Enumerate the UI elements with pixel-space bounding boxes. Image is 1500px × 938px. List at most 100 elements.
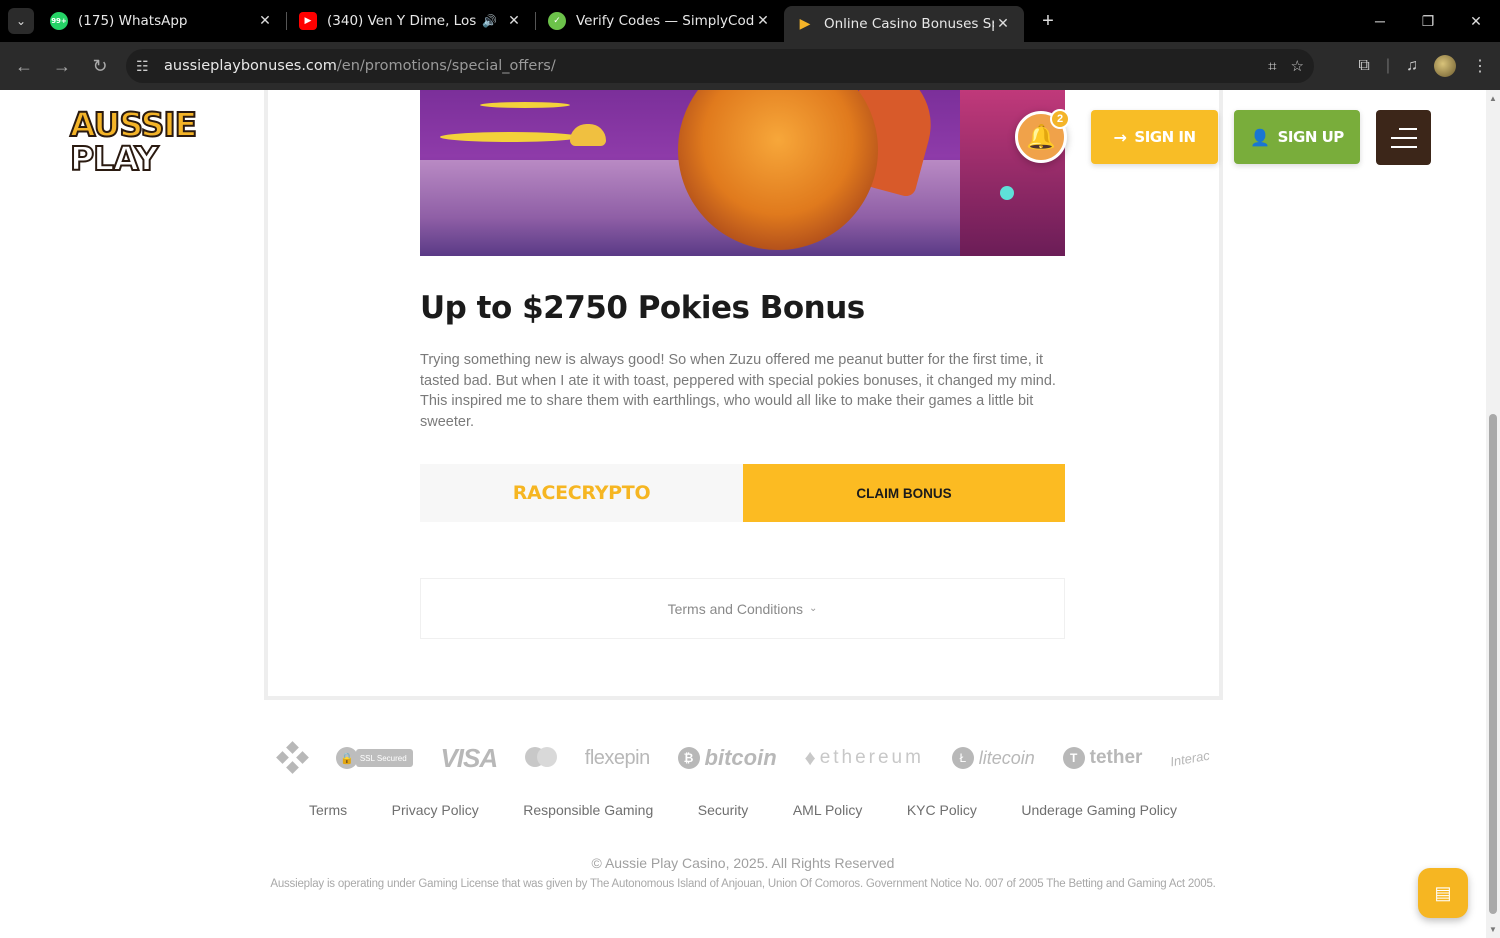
flexepin-logo: flexepin xyxy=(584,746,650,769)
logo-line-1: AUSSIE xyxy=(69,105,198,144)
footer-link-aml-policy[interactable]: AML Policy xyxy=(793,802,863,818)
forward-arrow-icon[interactable]: → xyxy=(44,48,80,84)
menu-line xyxy=(1390,136,1417,139)
minimize-icon[interactable]: ─ xyxy=(1356,0,1404,42)
tab-title: (340) Ven Y Dime, Los Inqui xyxy=(327,13,478,29)
page-scrollbar[interactable]: ▲ ▼ xyxy=(1486,90,1500,938)
reload-icon[interactable]: ↻ xyxy=(82,48,118,84)
footer-link-underage-gaming-policy[interactable]: Underage Gaming Policy xyxy=(1021,802,1177,818)
footer-link-terms[interactable]: Terms xyxy=(309,802,347,818)
arrow-right-icon: → xyxy=(1113,127,1127,147)
banner-glow-pool xyxy=(440,132,580,142)
tab-aussieplay-active[interactable]: ▶ Online Casino Bonuses Special ✕ xyxy=(784,6,1024,42)
banner-crystal xyxy=(1000,186,1014,200)
banner-glow-pool xyxy=(480,102,570,108)
more-menu-icon[interactable]: ⋮ xyxy=(1472,56,1488,76)
banner-mushroom xyxy=(570,124,606,146)
visa-logo: VISA xyxy=(440,742,498,773)
url-text[interactable]: aussieplaybonuses.com/en/promotions/spec… xyxy=(164,58,556,74)
binance-diamond-icon xyxy=(276,741,309,774)
browser-tab-bar: ⌄ 99+ (175) WhatsApp ✕ ▶ (340) Ven Y Dim… xyxy=(0,0,1500,42)
window-controls: ─ ❐ ✕ xyxy=(1356,0,1500,42)
omnibox-actions: ⌗ ☆ xyxy=(1268,49,1304,83)
address-bar[interactable]: ☷ aussieplaybonuses.com/en/promotions/sp… xyxy=(126,49,1314,83)
ethereum-logo: ♦ ethereum xyxy=(804,745,924,771)
browser-toolbar: ← → ↻ ☷ aussieplaybonuses.com/en/promoti… xyxy=(0,42,1500,90)
youtube-icon: ▶ xyxy=(299,12,317,30)
sign-up-button[interactable]: 👤 SIGN UP xyxy=(1234,110,1360,164)
url-path: /en/promotions/special_offers/ xyxy=(336,58,556,74)
tether-logo: T tether xyxy=(1062,747,1143,769)
close-window-icon[interactable]: ✕ xyxy=(1452,0,1500,42)
close-tab-icon[interactable]: ✕ xyxy=(754,13,772,29)
footer-links: Terms Privacy Policy Responsible Gaming … xyxy=(309,802,1177,818)
site-info-icon[interactable]: ☷ xyxy=(136,58,158,75)
scrollbar-thumb[interactable] xyxy=(1489,414,1497,914)
tether-label: tether xyxy=(1089,747,1143,768)
url-host: aussieplaybonuses.com xyxy=(164,58,337,74)
offer-description: Trying something new is always good! So … xyxy=(420,352,1056,430)
tab-title: Verify Codes — SimplyCodes xyxy=(576,13,754,29)
toolbar-divider: | xyxy=(1385,57,1390,74)
terms-and-conditions-toggle[interactable]: Terms and Conditions ⌄ xyxy=(420,578,1065,639)
bitcoin-icon: ₿ xyxy=(677,747,700,769)
lock-icon: 🔒 xyxy=(335,747,358,769)
scroll-up-arrow-icon[interactable]: ▲ xyxy=(1489,94,1497,103)
payment-methods: 🔒 SSL Secured VISA flexepin ₿ bitcoin ♦ … xyxy=(276,738,1211,778)
footer-link-kyc-policy[interactable]: KYC Policy xyxy=(907,802,977,818)
chevron-down-icon: ⌄ xyxy=(809,603,818,614)
aussieplay-favicon-icon: ▶ xyxy=(799,16,811,32)
offer-title: Up to $2750 Pokies Bonus xyxy=(420,290,865,326)
offer-banner-image xyxy=(420,90,1065,256)
litecoin-logo: Ł litecoin xyxy=(951,747,1035,769)
hamburger-menu-button[interactable] xyxy=(1376,110,1431,165)
ssl-secured-label: SSL Secured xyxy=(355,749,413,767)
tab-youtube[interactable]: ▶ (340) Ven Y Dime, Los Inqui 🔊 ✕ xyxy=(287,0,535,42)
litecoin-icon: Ł xyxy=(951,747,974,769)
media-controls-icon[interactable]: ♫ xyxy=(1406,57,1418,75)
bonus-code[interactable]: RACECRYPTO xyxy=(420,464,743,522)
bitcoin-label: bitcoin xyxy=(704,745,777,770)
tab-title: Online Casino Bonuses Special xyxy=(824,16,994,32)
back-arrow-icon[interactable]: ← xyxy=(6,48,42,84)
translate-icon[interactable]: ⌗ xyxy=(1268,58,1276,75)
ethereum-label: ethereum xyxy=(819,747,924,768)
scroll-down-arrow-icon[interactable]: ▼ xyxy=(1489,925,1497,934)
close-tab-icon[interactable]: ✕ xyxy=(256,13,274,29)
claim-bonus-button[interactable]: CLAIM BONUS xyxy=(743,464,1065,522)
menu-line xyxy=(1398,127,1417,130)
tab-search-chevron-icon[interactable]: ⌄ xyxy=(8,8,34,34)
extensions-area: ⧉ | ♫ ⋮ xyxy=(1358,42,1500,90)
binance-icon xyxy=(276,741,309,774)
menu-line xyxy=(1390,145,1417,148)
profile-avatar[interactable] xyxy=(1434,55,1456,77)
simplycodes-icon: ✓ xyxy=(548,12,566,30)
page-viewport: AUSSIE PLAY 🔔 2 → SIGN IN 👤 SIGN UP Up t… xyxy=(0,90,1486,938)
notification-count-badge: 2 xyxy=(1050,109,1070,129)
close-tab-icon[interactable]: ✕ xyxy=(994,16,1012,32)
restore-icon[interactable]: ❐ xyxy=(1404,0,1452,42)
bookmark-star-icon[interactable]: ☆ xyxy=(1291,57,1304,75)
tether-icon: T xyxy=(1062,747,1085,769)
logo-line-2: PLAY xyxy=(69,139,160,178)
new-tab-button[interactable]: + xyxy=(1034,7,1062,35)
aussie-play-logo[interactable]: AUSSIE PLAY xyxy=(69,105,198,182)
sign-up-label: SIGN UP xyxy=(1277,128,1345,146)
footer-link-responsible-gaming[interactable]: Responsible Gaming xyxy=(523,802,653,818)
footer-link-security[interactable]: Security xyxy=(698,802,749,818)
add-user-icon: 👤 xyxy=(1250,127,1270,147)
footer-link-privacy-policy[interactable]: Privacy Policy xyxy=(392,802,479,818)
tab-whatsapp[interactable]: 99+ (175) WhatsApp ✕ xyxy=(38,0,286,42)
tab-simplycodes[interactable]: ✓ Verify Codes — SimplyCodes ✕ xyxy=(536,0,784,42)
whatsapp-icon: 99+ xyxy=(50,12,68,30)
ethereum-icon: ♦ xyxy=(804,745,816,770)
close-tab-icon[interactable]: ✕ xyxy=(505,13,523,29)
litecoin-label: litecoin xyxy=(978,747,1035,768)
speaker-icon[interactable]: 🔊 xyxy=(482,14,497,28)
support-chat-button[interactable]: ▤ xyxy=(1418,868,1468,918)
tab-title: (175) WhatsApp xyxy=(78,13,188,29)
sign-in-button[interactable]: → SIGN IN xyxy=(1091,110,1218,164)
extensions-puzzle-icon[interactable]: ⧉ xyxy=(1358,57,1369,75)
license-text: Aussieplay is operating under Gaming Lic… xyxy=(270,878,1216,890)
terms-label: Terms and Conditions xyxy=(667,600,803,617)
